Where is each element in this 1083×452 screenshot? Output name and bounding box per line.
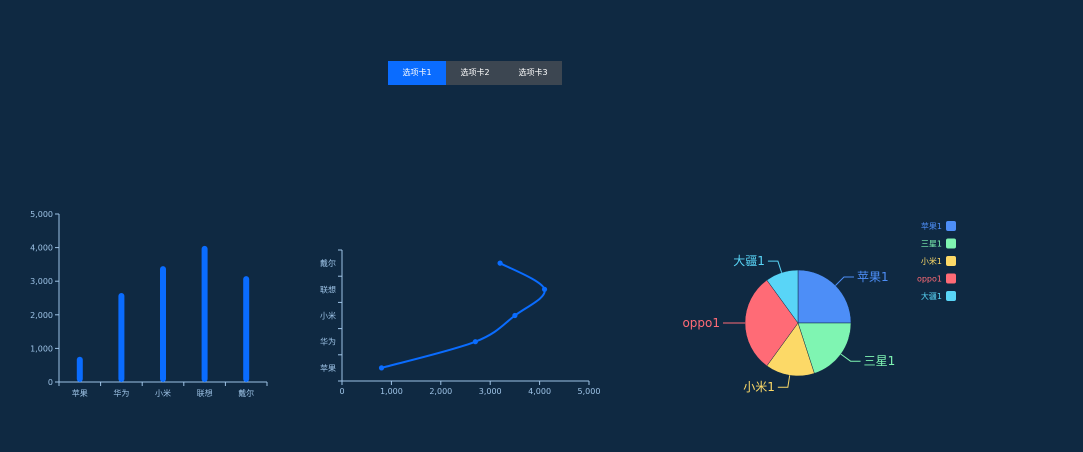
bar	[201, 245, 208, 382]
pie-label-line	[840, 353, 861, 362]
line-x-tick-label: 0	[339, 387, 344, 396]
line-y-tick-label: 戴尔	[320, 258, 336, 268]
bar-x-tick-label: 苹果	[72, 388, 88, 398]
pie-label: oppo1	[682, 316, 720, 330]
pie-label: 大疆1	[733, 254, 765, 268]
line-x-tick-label: 2,000	[429, 387, 452, 396]
line-point	[378, 365, 385, 371]
bar-y-tick-label: 4,000	[30, 244, 53, 253]
pie-legend-label: oppo1	[917, 275, 942, 284]
tab-bar: 选项卡1 选项卡2 选项卡3	[388, 61, 562, 85]
tab-1[interactable]: 选项卡1	[388, 61, 446, 85]
pie-label: 苹果1	[857, 270, 889, 284]
pie-label-line	[777, 375, 791, 388]
pie-label: 小米1	[743, 380, 775, 394]
pie-legend-swatch	[946, 291, 956, 301]
line-y-tick-label: 小米	[320, 311, 336, 321]
line-point	[512, 312, 518, 319]
bar	[76, 356, 83, 382]
pie-chart: 苹果1 三星1 小米1 oppo1 大疆1 苹果1 三星1 小米1 oppo1 大疆1	[682, 221, 956, 394]
bar-x-tick-label: 小米	[155, 388, 171, 398]
bar-y-tick-label: 2,000	[30, 311, 53, 320]
line-y-tick-label: 苹果	[320, 363, 336, 373]
bar	[118, 292, 125, 382]
bar-y-tick-label: 3,000	[30, 277, 53, 286]
bar-x-tick-label: 华为	[113, 388, 129, 398]
pie-legend-label: 大疆1	[921, 291, 942, 301]
bar-x-tick-label: 戴尔	[238, 388, 254, 398]
bar-x-tick-label: 联想	[197, 388, 213, 398]
pie-legend-label: 小米1	[921, 256, 942, 266]
pie-legend-swatch	[946, 238, 956, 249]
bar-y-tick-label: 1,000	[30, 344, 53, 353]
line-y-tick-label: 华为	[320, 337, 336, 347]
pie-label: 三星1	[864, 354, 896, 368]
line-x-tick-label: 4,000	[528, 387, 551, 396]
line-chart: 0 1,000 2,000 3,000 4,000 5,000 苹果 华为 小米 联想 戴尔	[320, 249, 600, 396]
pie-legend-label: 三星1	[921, 240, 942, 249]
line-series	[381, 262, 546, 369]
line-x-tick-label: 5,000	[578, 387, 600, 396]
tab-2[interactable]: 选项卡2	[446, 61, 504, 85]
pie-legend-swatch	[946, 221, 956, 231]
pie-label-line	[835, 276, 854, 286]
line-y-tick-label: 联想	[320, 284, 336, 294]
pie-legend-swatch	[946, 256, 956, 266]
line-point	[497, 260, 503, 266]
line-x-tick-label: 3,000	[479, 387, 502, 396]
bar	[243, 276, 250, 382]
dashboard: 选项卡1 选项卡2 选项卡3 0 1,000 2,000 3,000 4,000 5,00…	[0, 0, 1083, 452]
line-x-tick-label: 1,000	[380, 387, 403, 396]
bar-chart: 0 1,000 2,000 3,000 4,000 5,000 苹果 华为 小米 联想 戴尔	[30, 210, 268, 398]
pie-legend-label: 苹果1	[921, 221, 942, 231]
bar-y-tick-label: 5,000	[30, 210, 53, 219]
line-point	[541, 286, 548, 292]
tab-3[interactable]: 选项卡3	[504, 61, 562, 85]
pie-label-line	[767, 260, 783, 273]
bar	[160, 266, 166, 382]
bar-y-tick-label: 0	[48, 378, 53, 387]
pie-legend-swatch	[946, 273, 956, 284]
line-point	[472, 339, 478, 345]
